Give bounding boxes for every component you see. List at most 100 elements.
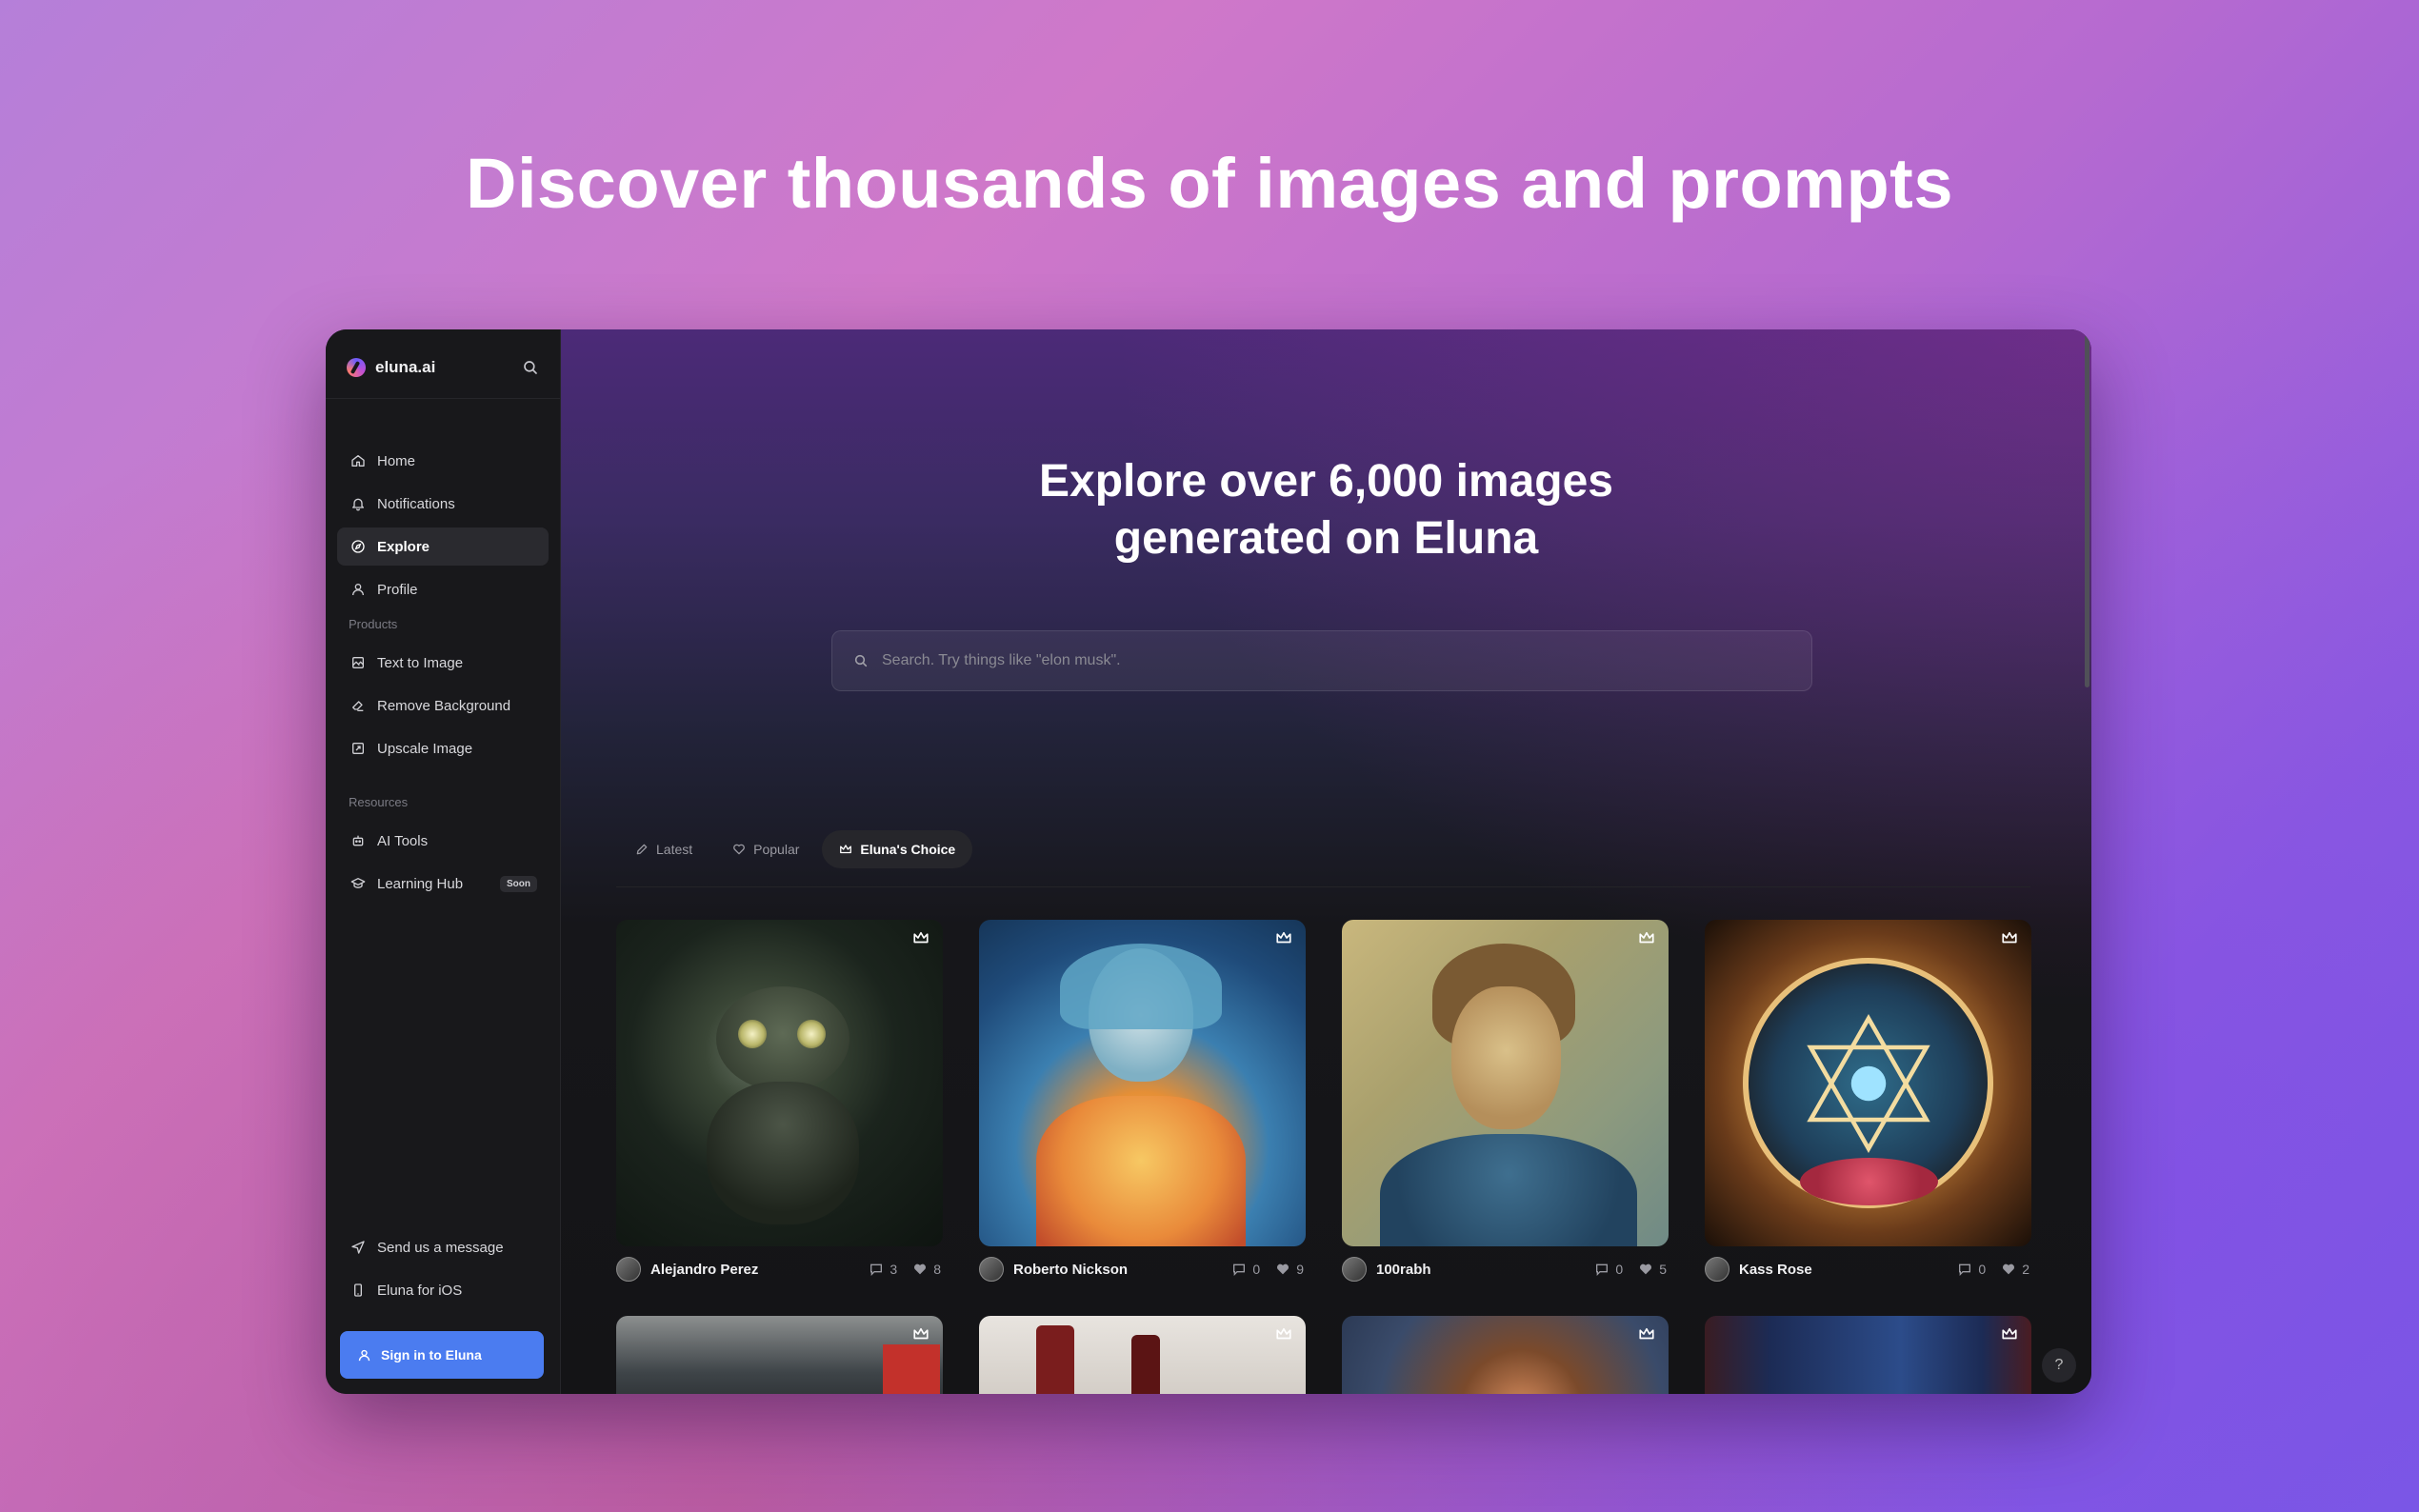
- tab-popular[interactable]: Popular: [715, 830, 816, 868]
- bell-icon: [352, 498, 364, 511]
- image-icon: [352, 657, 364, 668]
- card-stats: 0 9: [1231, 1262, 1304, 1277]
- avatar[interactable]: [1705, 1257, 1729, 1282]
- sidebar-item-send-message[interactable]: Send us a message: [337, 1228, 549, 1266]
- help-button[interactable]: ?: [2042, 1348, 2076, 1383]
- sidebar-item-eluna-ios[interactable]: Eluna for iOS: [337, 1271, 549, 1309]
- author-name[interactable]: Roberto Nickson: [1013, 1262, 1128, 1278]
- tab-label: Eluna's Choice: [860, 842, 956, 857]
- like-count: 8: [933, 1262, 941, 1277]
- comment-icon: [1233, 1263, 1246, 1276]
- upscale-icon: [352, 743, 364, 754]
- hero-title-line2: generated on Eluna: [1113, 513, 1539, 564]
- brand[interactable]: eluna.ai: [347, 353, 435, 382]
- section-label-products: Products: [349, 617, 398, 631]
- generated-image[interactable]: [1342, 920, 1669, 1246]
- sidebar-item-label: Explore: [377, 538, 430, 555]
- avatar[interactable]: [979, 1257, 1004, 1282]
- sidebar-item-label: Learning Hub: [377, 875, 464, 892]
- comment-count: 0: [1978, 1262, 1987, 1277]
- tabs-divider: [616, 886, 2030, 887]
- search-bar[interactable]: [831, 630, 1812, 691]
- sidebar-item-remove-background[interactable]: Remove Background: [337, 686, 549, 725]
- crown-icon: [1639, 931, 1654, 944]
- sidebar-item-notifications[interactable]: Notifications: [337, 485, 549, 523]
- main-content: Explore over 6,000 images generated on E…: [561, 329, 2091, 1394]
- phone-icon: [354, 1283, 362, 1297]
- hero-title: Explore over 6,000 images generated on E…: [561, 453, 2091, 567]
- card-meta: Roberto Nickson 0 9: [979, 1257, 1306, 1282]
- crown-icon: [840, 845, 852, 854]
- sidebar-item-learning-hub[interactable]: Learning Hub Soon: [337, 865, 549, 903]
- author-name[interactable]: 100rabh: [1376, 1262, 1431, 1278]
- section-label-resources: Resources: [349, 795, 409, 809]
- like-count: 9: [1296, 1262, 1304, 1277]
- sidebar-item-label: Notifications: [377, 495, 455, 512]
- crown-icon: [1276, 931, 1291, 944]
- image-card[interactable]: [1342, 1316, 1669, 1394]
- app-window: eluna.ai Home Notifications Explore Prof…: [326, 329, 2091, 1394]
- comment-icon: [1959, 1263, 1971, 1276]
- heart-icon[interactable]: [1275, 1262, 1290, 1277]
- image-card[interactable]: Alejandro Perez 3 8: [616, 920, 943, 1282]
- sidebar-item-explore[interactable]: Explore: [337, 527, 549, 566]
- sidebar-item-label: Eluna for iOS: [377, 1282, 463, 1299]
- send-icon: [351, 1241, 365, 1254]
- crown-icon: [1276, 1327, 1291, 1340]
- sidebar-item-label: Text to Image: [377, 654, 464, 671]
- sidebar-item-home[interactable]: Home: [337, 442, 549, 480]
- eraser-icon: [352, 701, 364, 711]
- card-stats: 3 8: [869, 1262, 941, 1277]
- sidebar-item-label: Upscale Image: [377, 740, 473, 757]
- card-stats: 0 2: [1957, 1262, 2029, 1277]
- sidebar-item-profile[interactable]: Profile: [337, 570, 549, 608]
- card-stats: 0 5: [1594, 1262, 1667, 1277]
- comment-count: 0: [1615, 1262, 1624, 1277]
- comment-count: 0: [1252, 1262, 1261, 1277]
- like-count: 2: [2022, 1262, 2029, 1277]
- explore-tabs: Latest Popular Eluna's Choice: [618, 830, 973, 868]
- image-card[interactable]: 100rabh 0 5: [1342, 920, 1669, 1282]
- heart-icon[interactable]: [2001, 1262, 2016, 1277]
- compass-icon: [351, 540, 365, 553]
- image-card[interactable]: [1705, 1316, 2031, 1394]
- crown-icon: [913, 1327, 929, 1340]
- author-name[interactable]: Alejandro Perez: [650, 1262, 758, 1278]
- sidebar-item-upscale-image[interactable]: Upscale Image: [337, 729, 549, 767]
- tab-label: Latest: [656, 842, 693, 857]
- avatar[interactable]: [616, 1257, 641, 1282]
- sidebar-item-text-to-image[interactable]: Text to Image: [337, 644, 549, 682]
- tab-elunas-choice[interactable]: Eluna's Choice: [822, 830, 973, 868]
- generated-image[interactable]: [1705, 920, 2031, 1246]
- sidebar-item-label: Profile: [377, 581, 418, 598]
- robot-icon: [352, 835, 364, 846]
- image-card[interactable]: [979, 1316, 1306, 1394]
- sidebar-item-label: Send us a message: [377, 1239, 504, 1256]
- image-card[interactable]: [616, 1316, 943, 1394]
- tab-label: Popular: [753, 842, 800, 857]
- avatar[interactable]: [1342, 1257, 1367, 1282]
- sidebar-item-ai-tools[interactable]: AI Tools: [337, 822, 549, 860]
- heart-icon[interactable]: [912, 1262, 928, 1277]
- pencil-icon: [636, 844, 648, 855]
- sidebar-item-label: Remove Background: [377, 697, 511, 714]
- author-name[interactable]: Kass Rose: [1739, 1262, 1812, 1278]
- star-emblem-icon: [1807, 1014, 1930, 1153]
- crown-icon: [2002, 1327, 2017, 1340]
- sign-in-label: Sign in to Eluna: [381, 1347, 482, 1363]
- image-card[interactable]: Kass Rose 0 2: [1705, 920, 2031, 1282]
- sign-in-button[interactable]: Sign in to Eluna: [340, 1331, 544, 1379]
- heart-icon[interactable]: [1638, 1262, 1653, 1277]
- tab-latest[interactable]: Latest: [618, 830, 710, 868]
- search-input[interactable]: [880, 651, 1741, 670]
- comment-icon: [870, 1263, 883, 1276]
- card-meta: Alejandro Perez 3 8: [616, 1257, 943, 1282]
- page-headline: Discover thousands of images and prompts: [466, 144, 1953, 223]
- generated-image[interactable]: [979, 920, 1306, 1246]
- sidebar-divider: [326, 398, 560, 399]
- image-card[interactable]: Roberto Nickson 0 9: [979, 920, 1306, 1282]
- comment-count: 3: [890, 1262, 898, 1277]
- generated-image[interactable]: [616, 920, 943, 1246]
- comment-icon: [1596, 1263, 1609, 1276]
- search-icon[interactable]: [522, 359, 539, 376]
